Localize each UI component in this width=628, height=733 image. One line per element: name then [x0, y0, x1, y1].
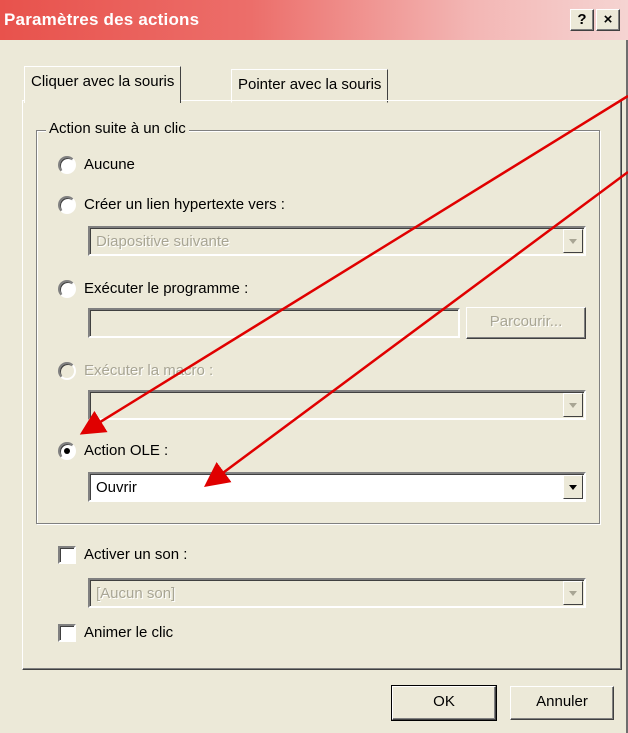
sound-checkbox-label[interactable]: Activer un son : — [84, 546, 187, 563]
radio-ole[interactable] — [58, 442, 76, 460]
radio-ole-label[interactable]: Action OLE : — [84, 442, 168, 459]
radio-hyperlink-label[interactable]: Créer un lien hypertexte vers : — [84, 196, 285, 213]
action-settings-dialog: Paramètres des actions ? × Cliquer avec … — [0, 0, 628, 733]
ole-action-dropdown[interactable]: Ouvrir — [88, 472, 586, 502]
radio-program[interactable] — [58, 280, 76, 298]
chevron-down-icon — [563, 393, 583, 417]
cancel-button[interactable]: Annuler — [510, 686, 614, 720]
close-button[interactable]: × — [596, 9, 620, 31]
radio-none-label[interactable]: Aucune — [84, 156, 135, 173]
title-bar[interactable]: Paramètres des actions ? × — [0, 0, 628, 40]
animate-checkbox[interactable] — [58, 624, 76, 642]
ok-button[interactable]: OK — [391, 685, 497, 721]
ole-action-value: Ouvrir — [96, 479, 137, 496]
tab-hover[interactable]: Pointer avec la souris — [231, 69, 389, 103]
group-legend: Action suite à un clic — [46, 120, 189, 137]
chevron-down-icon[interactable] — [563, 229, 583, 253]
tab-click[interactable]: Cliquer avec la souris — [24, 66, 182, 103]
program-input[interactable] — [88, 308, 460, 338]
radio-macro-label: Exécuter la macro : — [84, 362, 214, 379]
chevron-down-icon[interactable] — [563, 475, 583, 499]
radio-hyperlink[interactable] — [58, 196, 76, 214]
macro-dropdown — [88, 390, 586, 420]
radio-program-label[interactable]: Exécuter le programme : — [84, 280, 248, 297]
sound-dropdown-value: [Aucun son] — [96, 585, 176, 602]
chevron-down-icon — [563, 581, 583, 605]
sound-checkbox[interactable] — [58, 546, 76, 564]
browse-button[interactable]: Parcourir... — [466, 307, 586, 339]
window-title: Paramètres des actions — [4, 10, 200, 29]
sound-dropdown: [Aucun son] — [88, 578, 586, 608]
help-button[interactable]: ? — [570, 9, 594, 31]
hyperlink-dropdown[interactable]: Diapositive suivante — [88, 226, 586, 256]
radio-macro — [58, 362, 76, 380]
animate-checkbox-label[interactable]: Animer le clic — [84, 624, 173, 641]
radio-none[interactable] — [58, 156, 76, 174]
hyperlink-dropdown-value: Diapositive suivante — [96, 233, 230, 250]
